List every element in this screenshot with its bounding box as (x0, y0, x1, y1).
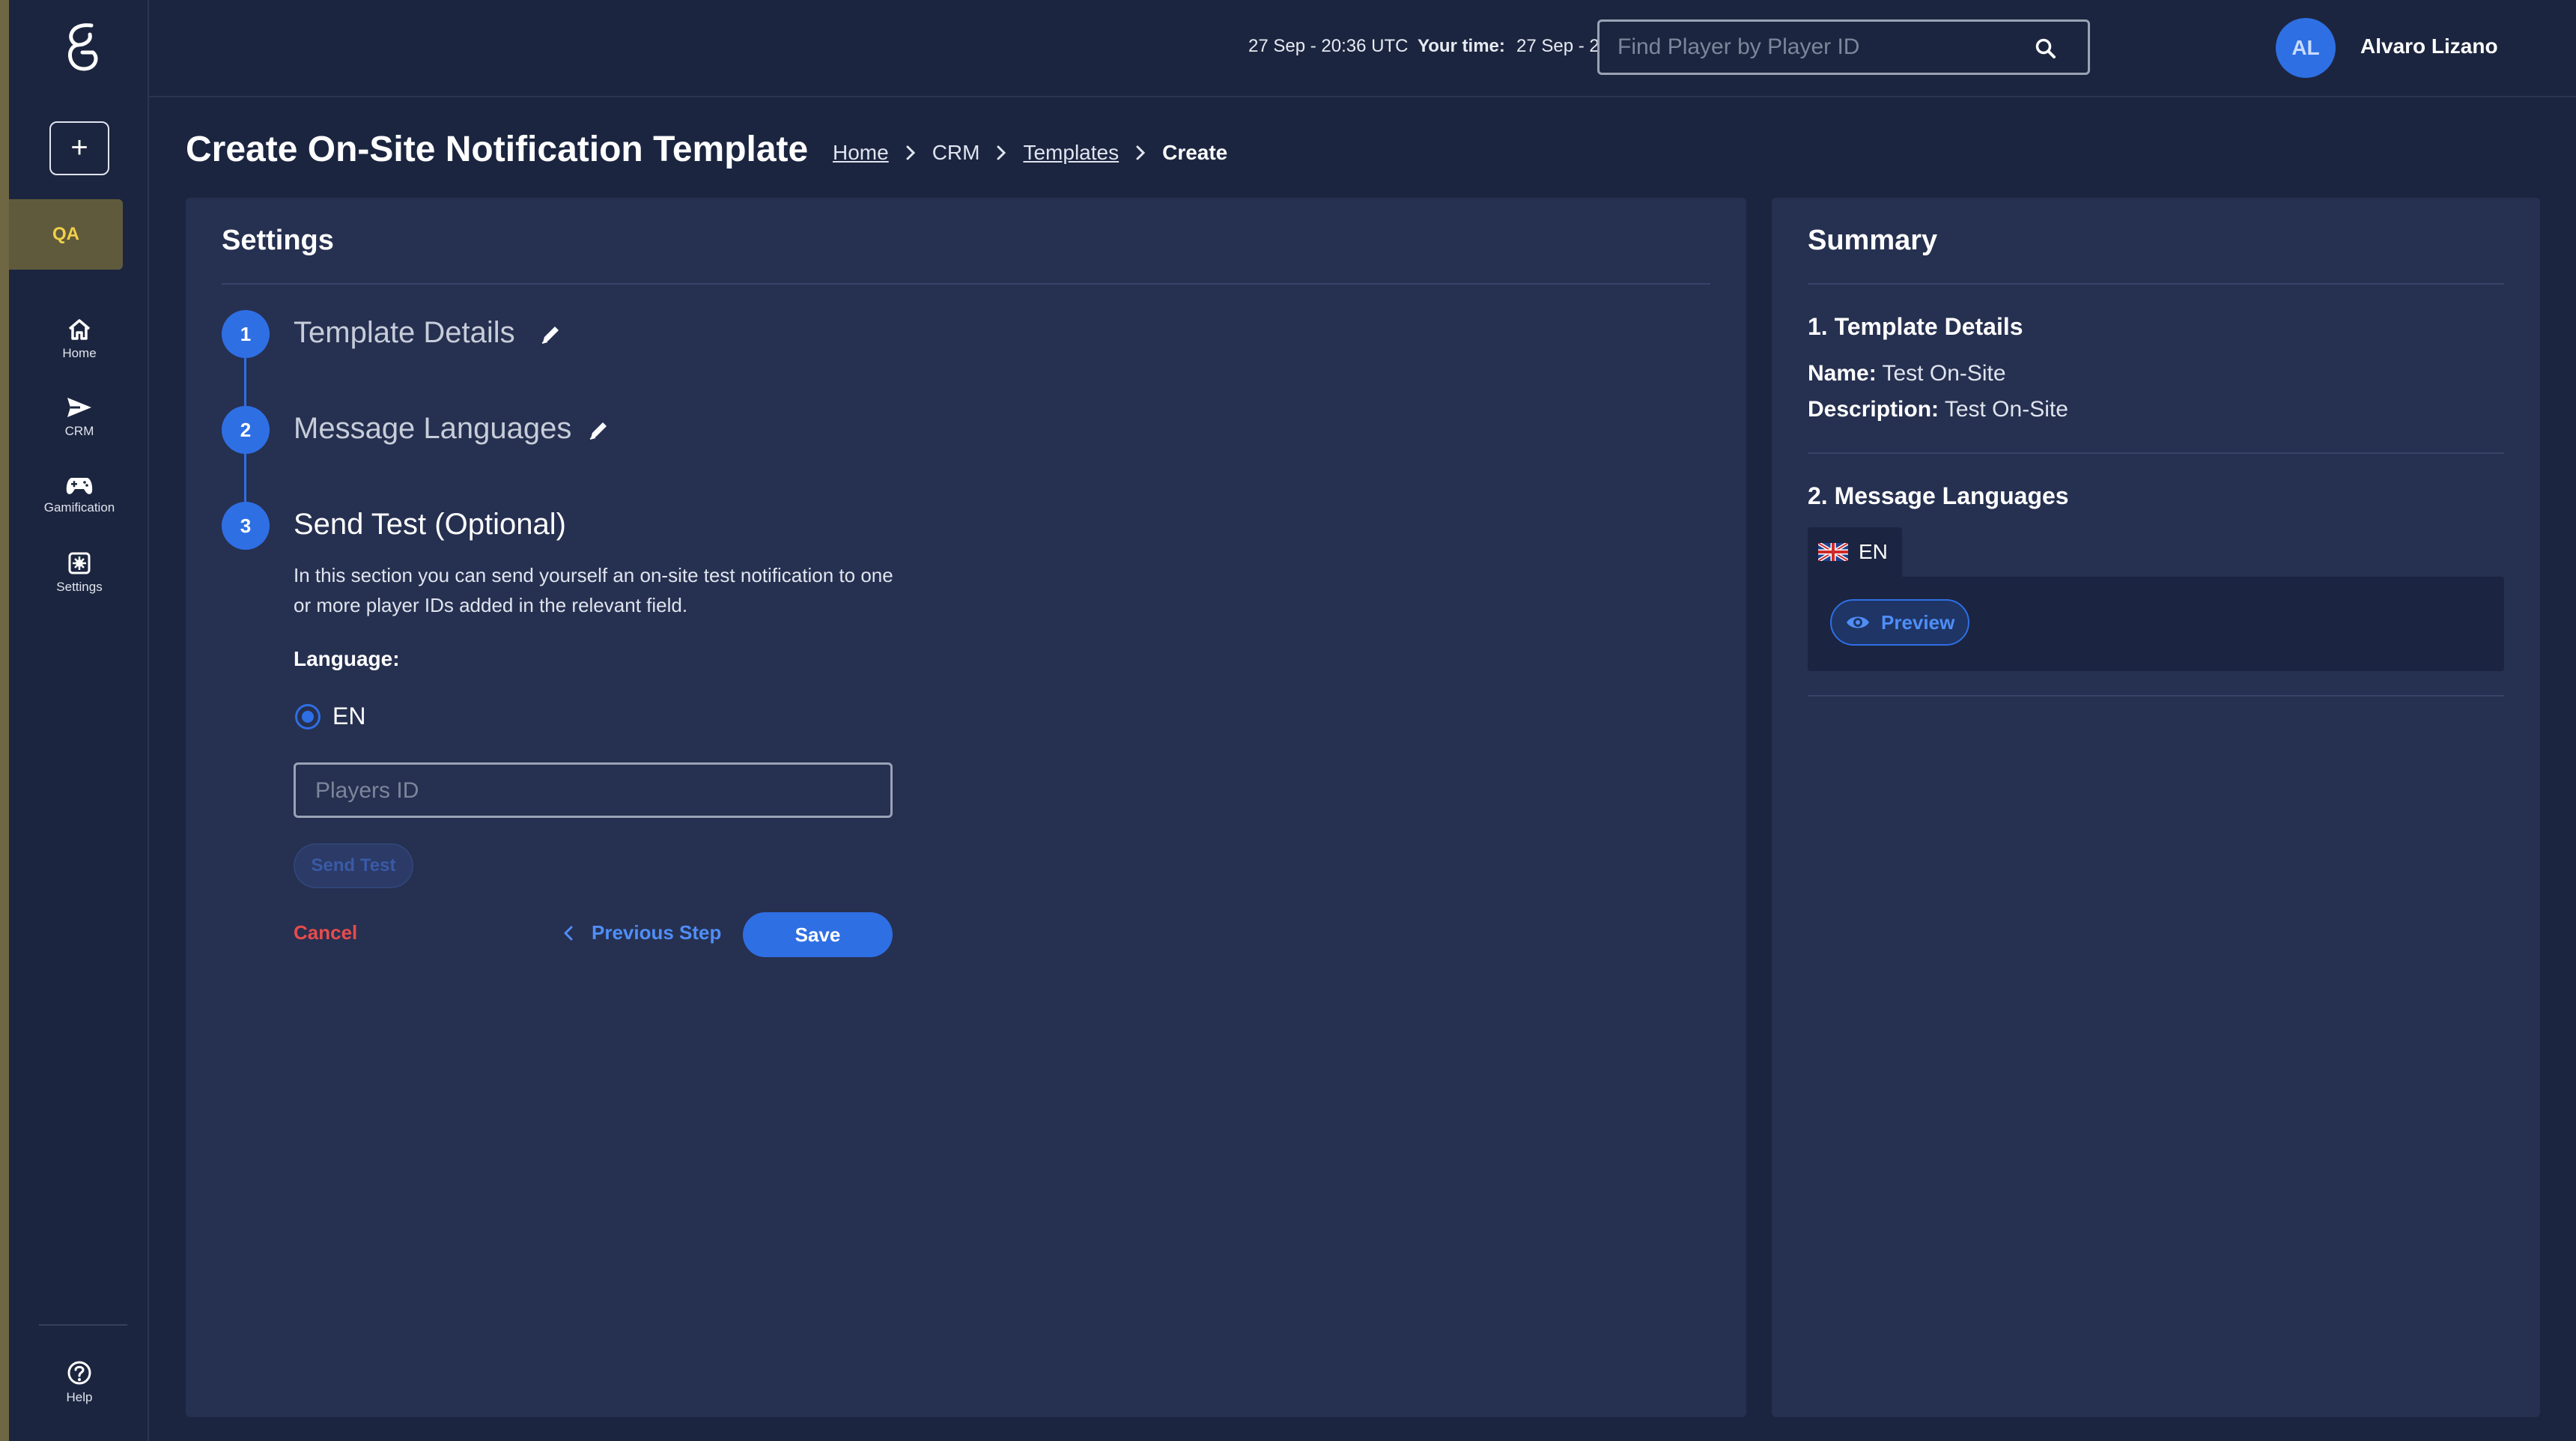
sidebar-item-crm[interactable]: CRM (31, 395, 127, 439)
sidebar-item-home[interactable]: Home (31, 318, 127, 361)
summary-description-label: Description: (1808, 397, 1939, 422)
your-time-label: Your time: (1418, 36, 1505, 57)
breadcrumb: Home CRM Templates Create (833, 141, 1227, 165)
sidebar-item-label: CRM (64, 424, 94, 438)
summary-title: Summary (1808, 225, 1938, 256)
uk-flag-icon (1818, 543, 1848, 561)
home-icon (68, 319, 91, 340)
send-test-description: In this section you can send yourself an… (294, 564, 893, 616)
send-icon (67, 398, 91, 417)
settings-divider (222, 283, 1710, 285)
step-3-title: Send Test (Optional) (294, 508, 566, 541)
summary-name-row: Name: Test On-Site (1808, 361, 2006, 386)
sidebar-item-help[interactable]: Help (31, 1360, 127, 1405)
environment-edge-strip (0, 0, 9, 1441)
user-avatar[interactable]: AL (2276, 18, 2336, 78)
summary-description-value: Test On-Site (1944, 397, 2068, 422)
summary-divider (1808, 695, 2504, 697)
previous-step-button[interactable]: Previous Step (563, 921, 721, 944)
summary-name-value: Test On-Site (1882, 361, 2006, 386)
summary-template-details-heading: 1. Template Details (1808, 313, 2023, 340)
sidebar-item-label: Gamification (43, 500, 115, 515)
app-logo-icon[interactable] (61, 19, 103, 76)
sidebar-item-label: Home (62, 346, 97, 360)
summary-languages-heading: 2. Message Languages (1808, 482, 2069, 509)
players-id-field (294, 762, 893, 818)
step-2-indicator: 2 (222, 406, 270, 454)
environment-badge[interactable]: QA (9, 199, 123, 270)
preview-label: Preview (1881, 610, 1955, 634)
sidebar-item-label: Settings (56, 580, 103, 594)
utc-time: 27 Sep - 20:36 UTC (1248, 36, 1409, 56)
sidebar-item-gamification[interactable]: Gamification (31, 475, 127, 515)
breadcrumb-current: Create (1162, 141, 1228, 164)
preview-button[interactable]: Preview (1830, 599, 1969, 646)
edit-icon[interactable] (587, 418, 611, 442)
step-1-title[interactable]: Template Details (294, 316, 515, 350)
settings-panel: Settings 1 Template Details 2 Message La… (186, 198, 1746, 1417)
chevron-left-icon (564, 926, 573, 940)
summary-divider (1808, 452, 2504, 454)
edit-icon[interactable] (539, 322, 563, 346)
top-bar: 27 Sep - 20:36 UTC Your time: 27 Sep - 2… (149, 0, 2576, 97)
breadcrumb-templates-link[interactable]: Templates (1023, 141, 1119, 165)
chevron-right-icon (996, 145, 1006, 161)
language-label: Language: (294, 647, 400, 670)
summary-name-label: Name: (1808, 361, 1877, 386)
language-tab-content: Preview (1808, 577, 2504, 671)
language-tab-label: EN (1859, 540, 1888, 563)
help-icon (67, 1361, 91, 1385)
step-connector (244, 358, 246, 406)
settings-icon (68, 552, 91, 574)
step-2-title[interactable]: Message Languages (294, 412, 571, 446)
cancel-button[interactable]: Cancel (294, 921, 357, 944)
chevron-right-icon (1135, 145, 1146, 161)
language-radio-label[interactable]: EN (332, 703, 365, 730)
search-icon[interactable] (2034, 37, 2058, 61)
eye-icon (1847, 616, 1869, 628)
step-3-indicator: 3 (222, 502, 270, 550)
save-button[interactable]: Save (743, 912, 893, 957)
language-radio-en[interactable] (295, 704, 321, 729)
user-name[interactable]: Alvaro Lizano (2360, 34, 2498, 58)
page-title: Create On-Site Notification Template (186, 130, 809, 169)
add-button[interactable]: + (49, 121, 109, 175)
language-tab-en[interactable]: EN (1808, 527, 1902, 577)
players-id-input[interactable] (315, 774, 869, 808)
send-test-button[interactable]: Send Test (294, 843, 413, 888)
sidebar-divider (39, 1324, 127, 1326)
summary-divider (1808, 283, 2504, 285)
previous-step-label: Previous Step (592, 921, 722, 944)
summary-panel: Summary 1. Template Details Name: Test O… (1772, 198, 2540, 1417)
gamepad-icon (66, 478, 93, 494)
sidebar-item-label: Help (66, 1390, 93, 1404)
breadcrumb-home-link[interactable]: Home (833, 141, 889, 165)
step-1-indicator: 1 (222, 310, 270, 358)
chevron-right-icon (905, 145, 916, 161)
your-time-label-text: Your time: (1418, 36, 1505, 56)
sidebar: + QA Home CRM Gamification Settings Help (9, 0, 149, 1441)
breadcrumb-crm: CRM (932, 141, 980, 164)
sidebar-item-settings[interactable]: Settings (31, 551, 127, 595)
settings-title: Settings (222, 225, 334, 256)
summary-description-row: Description: Test On-Site (1808, 397, 2068, 422)
step-connector (244, 454, 246, 502)
player-search-input[interactable] (1617, 31, 2037, 64)
player-search-box (1597, 19, 2090, 75)
